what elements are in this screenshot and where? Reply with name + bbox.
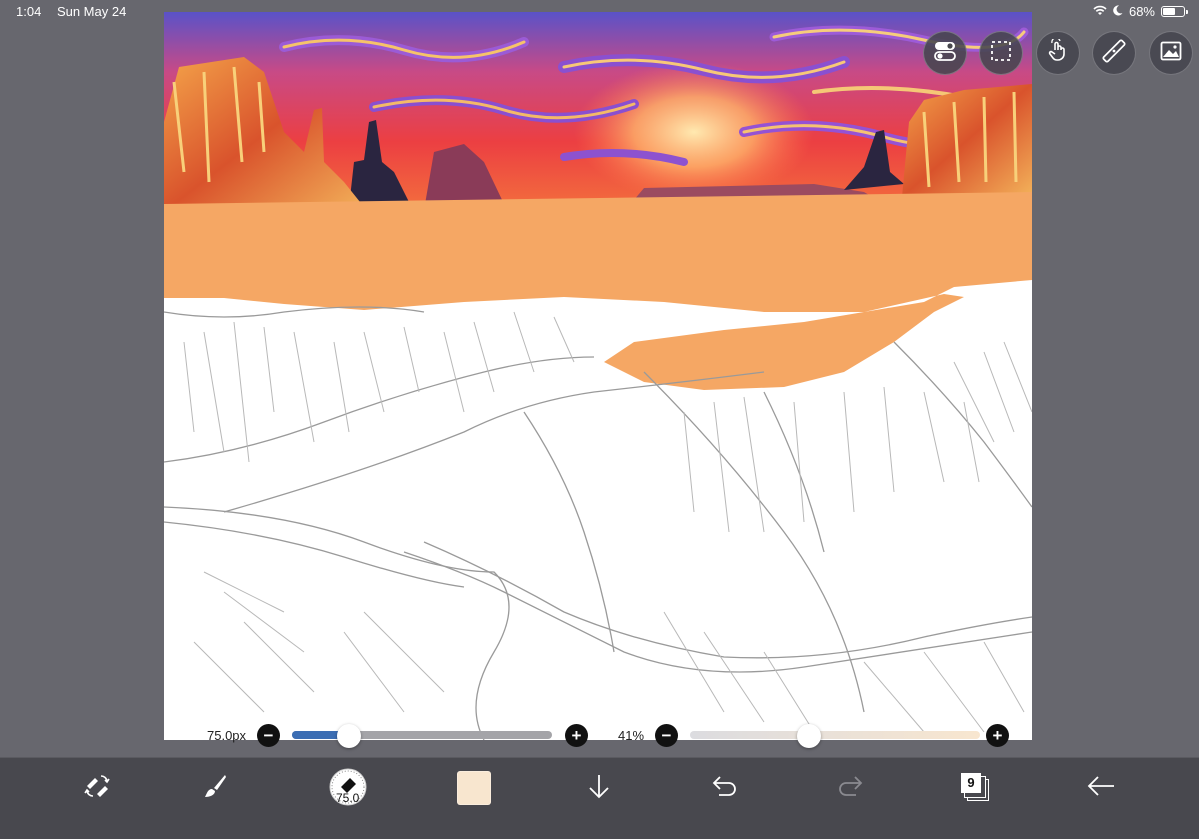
brush-size-label: 75.0px <box>207 728 247 743</box>
touch-gesture-button[interactable] <box>1036 31 1080 75</box>
image-icon <box>1159 39 1183 68</box>
ruler-icon <box>1102 38 1126 68</box>
back-arrow-icon <box>1086 772 1116 805</box>
opacity-label: 41% <box>618 728 645 743</box>
brush-icon <box>201 772 229 805</box>
current-brush-preview[interactable]: 75.0 <box>327 766 369 808</box>
dashed-selection-icon <box>989 39 1013 68</box>
ruler-button[interactable] <box>1092 31 1136 75</box>
status-bar-left: 1:04 Sun May 24 <box>16 4 138 19</box>
layers-icon: 9 <box>961 773 989 803</box>
opacity-slider-track[interactable] <box>690 731 980 739</box>
moon-icon <box>1113 4 1123 19</box>
undo-icon <box>711 772 739 805</box>
layer-count: 9 <box>961 773 981 793</box>
hand-pointer-icon <box>1046 36 1070 68</box>
bottom-toolbar: 75.0 9 <box>0 757 1199 839</box>
toggle-settings-button[interactable] <box>923 31 967 75</box>
save-download-button[interactable] <box>577 770 621 806</box>
toggle-switches-icon <box>933 39 957 68</box>
battery-fill <box>1163 8 1176 15</box>
brush-size-decrease-button[interactable]: − <box>257 724 280 747</box>
status-bar-right: 68% <box>1093 4 1188 19</box>
wifi-icon <box>1093 4 1107 19</box>
battery-icon <box>1161 6 1188 17</box>
undo-button[interactable] <box>703 770 747 806</box>
redo-icon <box>836 772 864 805</box>
brush-tool-button[interactable] <box>193 770 237 806</box>
battery-percent: 68% <box>1128 4 1155 19</box>
selection-button[interactable] <box>979 31 1023 75</box>
status-time: 1:04 <box>16 4 42 19</box>
status-date: Sun May 24 <box>56 4 127 19</box>
download-arrow-icon <box>585 772 613 805</box>
back-button[interactable] <box>1079 770 1123 806</box>
brush-size-badge: 75.0 <box>336 791 360 805</box>
brush-size-slider-thumb[interactable] <box>337 724 362 748</box>
layers-button[interactable]: 9 <box>953 770 997 806</box>
opacity-slider-thumb[interactable] <box>796 724 821 748</box>
swap-tools-icon <box>83 772 111 805</box>
brush-size-increase-button[interactable]: + <box>565 724 588 747</box>
material-button[interactable] <box>1149 31 1193 75</box>
color-swatch <box>457 771 491 805</box>
drawing-canvas[interactable] <box>164 12 1032 740</box>
swap-tools-button[interactable] <box>75 770 119 806</box>
color-swatch-button[interactable] <box>452 770 496 806</box>
redo-button[interactable] <box>828 770 872 806</box>
opacity-increase-button[interactable]: + <box>986 724 1009 747</box>
opacity-decrease-button[interactable]: − <box>655 724 678 747</box>
